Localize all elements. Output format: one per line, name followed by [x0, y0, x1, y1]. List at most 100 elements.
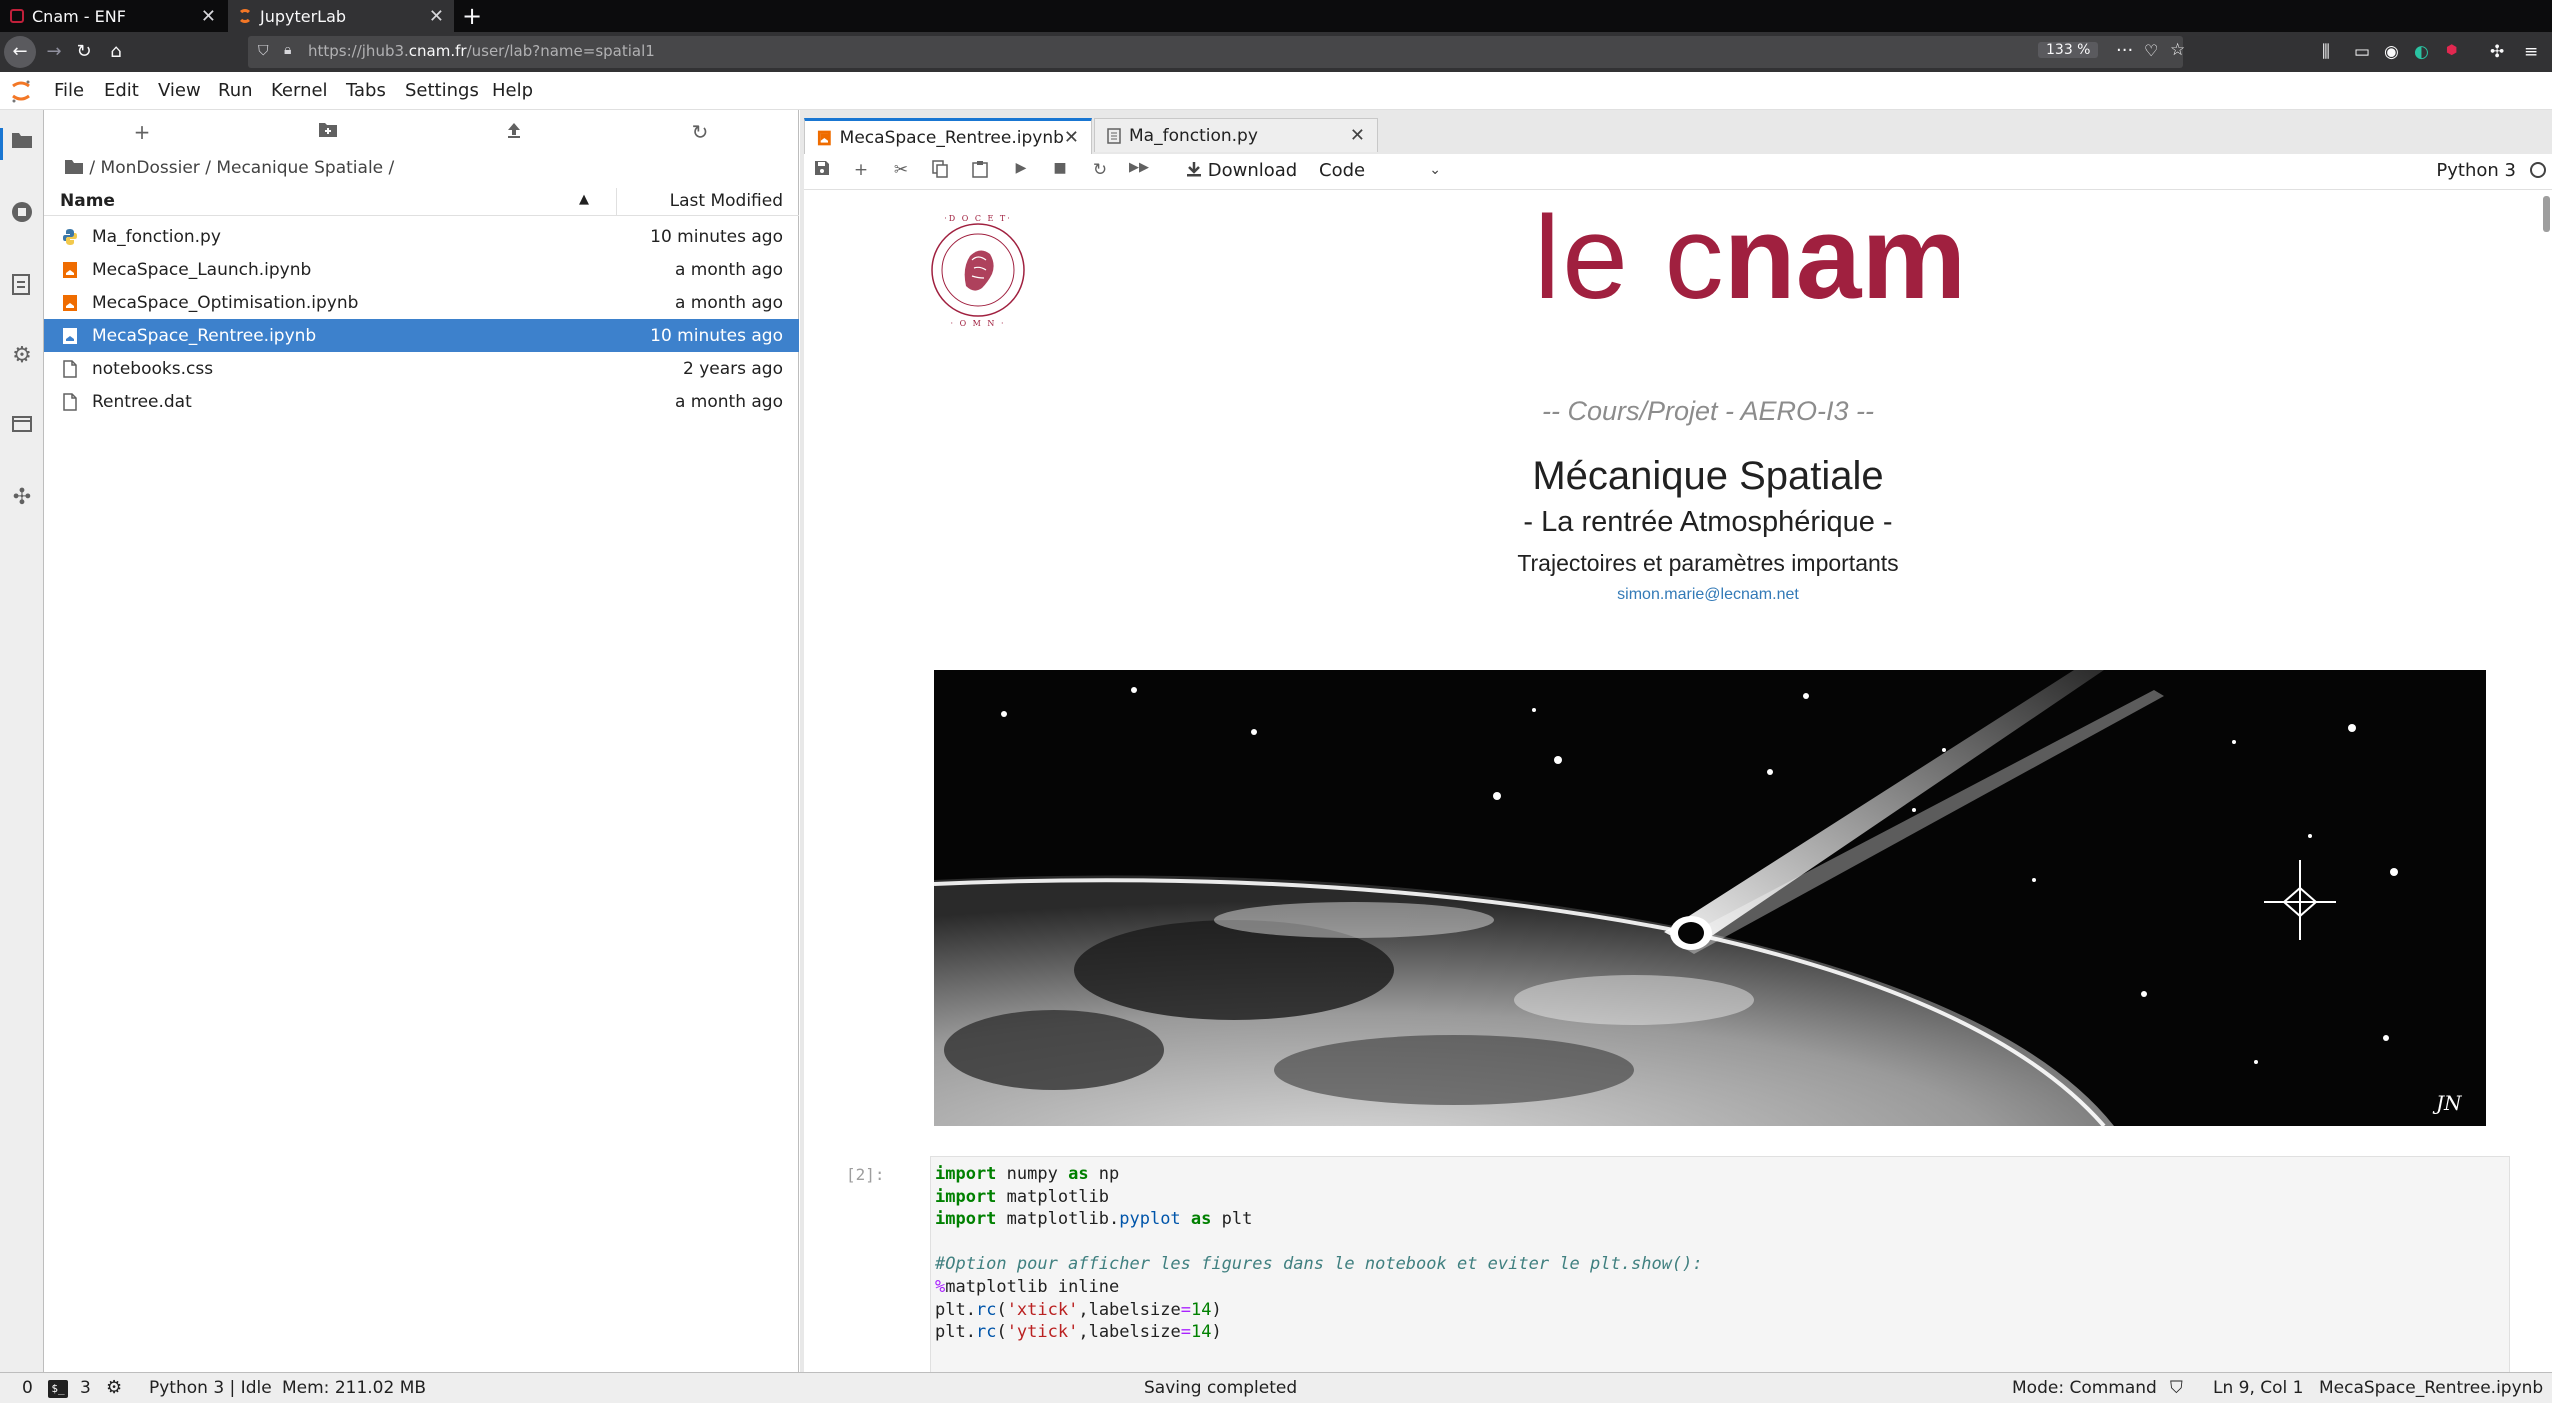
reload-icon[interactable]: ↻ [70, 38, 98, 66]
library-icon[interactable]: ⫼ [2322, 42, 2330, 62]
tabs-icon[interactable] [8, 414, 36, 442]
download-label: Download [1207, 160, 1298, 181]
author-email-link[interactable]: simon.marie@lecnam.net [932, 586, 2484, 604]
logo-nam: nam [1723, 192, 1967, 324]
kernel-count[interactable]: 3 [80, 1378, 91, 1398]
url-bar[interactable]: ⛉ 🔒︎ https://jhub3.cnam.fr/user/lab?name… [248, 36, 2185, 68]
logo-c: c [1664, 192, 1724, 324]
file-row-rentree-dat[interactable]: Rentree.dat a month ago [44, 385, 799, 418]
run-icon[interactable]: ▶ [1009, 160, 1033, 176]
code-cell-source[interactable]: import numpy as np import matplotlib imp… [931, 1157, 2509, 1344]
copy-icon[interactable] [928, 160, 952, 183]
cursor-position[interactable]: Ln 9, Col 1 [2213, 1378, 2304, 1398]
lock-icon[interactable]: 🔒︎ [284, 42, 291, 58]
trusted-shield-icon[interactable]: ⛉ [2170, 1378, 2183, 1398]
folder-icon[interactable] [8, 130, 36, 158]
close-icon[interactable]: ✕ [1064, 127, 1079, 148]
cut-icon[interactable]: ✂ [889, 160, 913, 180]
account-icon[interactable]: ◉ [2384, 42, 2399, 62]
running-sessions-icon[interactable] [8, 200, 36, 228]
new-folder-icon[interactable] [313, 120, 343, 144]
browser-tab-cnam[interactable]: Cnam - ENF ✕ [0, 0, 226, 32]
menu-tabs[interactable]: Tabs [346, 80, 386, 101]
close-icon[interactable]: ✕ [1350, 125, 1365, 146]
file-name: MecaSpace_Rentree.ipynb [92, 326, 317, 346]
shield-icon[interactable]: ⛉ [258, 43, 269, 59]
breadcrumb-root[interactable]: / [89, 158, 95, 178]
file-name: notebooks.css [92, 359, 214, 379]
commands-palette-icon[interactable] [8, 272, 36, 300]
kernel-status[interactable]: Python 3 | Idle [149, 1378, 272, 1398]
file-row-ma-fonction[interactable]: Ma_fonction.py 10 minutes ago [44, 220, 799, 253]
refresh-icon[interactable]: ↻ [685, 120, 715, 144]
extensions-puzzle-icon[interactable]: ✣ [2490, 42, 2504, 62]
ublock-icon[interactable]: ⬢ [2446, 43, 2457, 58]
code-cell-editor[interactable]: import numpy as np import matplotlib imp… [930, 1156, 2510, 1372]
paste-icon[interactable] [968, 160, 992, 183]
sidebar-icon[interactable]: ▭ [2354, 42, 2370, 62]
file-row-mecaspace-rentree[interactable]: MecaSpace_Rentree.ipynb 10 minutes ago [44, 319, 799, 352]
modified-column-header[interactable]: Last Modified [670, 191, 783, 211]
upload-icon[interactable] [499, 120, 529, 144]
menu-edit[interactable]: Edit [104, 80, 139, 101]
breadcrumb-mecanique-spatiale[interactable]: Mecanique Spatiale [216, 158, 383, 178]
scrollbar[interactable] [2543, 196, 2550, 232]
tab-mecaspace-rentree[interactable]: MecaSpace_Rentree.ipynb ✕ [804, 118, 1092, 154]
new-tab-icon[interactable]: + [456, 0, 488, 32]
download-button[interactable]: Download [1186, 160, 1297, 181]
running-count[interactable]: 0 [22, 1378, 33, 1398]
menu-view[interactable]: View [158, 80, 201, 101]
main-dock-area: MecaSpace_Rentree.ipynb ✕ Ma_fonction.py… [800, 110, 2552, 1372]
file-row-notebooks-css[interactable]: notebooks.css 2 years ago [44, 352, 799, 385]
menu-help[interactable]: Help [492, 80, 533, 101]
back-arrow-icon[interactable]: ← [4, 36, 36, 68]
terminal-icon[interactable]: $_ [48, 1380, 68, 1398]
pocket-icon[interactable]: ♡ [2144, 41, 2158, 60]
folder-icon[interactable] [64, 159, 84, 175]
restart-kernel-icon[interactable]: ↻ [1088, 160, 1112, 180]
notebook-mode[interactable]: Mode: Command [2012, 1378, 2157, 1398]
notebook-toolbar: + ✂ ▶ ■ ↻ ▶▶ Download Code ⌄ Python 3 [804, 154, 2552, 190]
kernel-idle-status-icon [2530, 162, 2546, 178]
zoom-level[interactable]: 133 % [2038, 42, 2099, 58]
extension-manager-icon[interactable]: ✣ [8, 484, 36, 512]
browser-tab-jupyterlab[interactable]: JupyterLab ✕ [228, 0, 454, 32]
restart-run-all-icon[interactable]: ▶▶ [1127, 160, 1151, 175]
file-modified: 10 minutes ago [650, 227, 783, 247]
bookmark-star-icon[interactable]: ☆ [2170, 40, 2185, 60]
home-icon[interactable]: ⌂ [102, 38, 130, 66]
hamburger-menu-icon[interactable]: ≡ [2524, 42, 2538, 62]
menu-run[interactable]: Run [218, 80, 253, 101]
close-icon[interactable]: ✕ [429, 6, 444, 27]
save-icon[interactable] [810, 160, 834, 181]
more-actions-icon[interactable]: ··· [2116, 40, 2133, 61]
stop-icon[interactable]: ■ [1048, 160, 1072, 176]
tab-ma-fonction[interactable]: Ma_fonction.py ✕ [1094, 118, 1378, 152]
close-icon[interactable]: ✕ [201, 6, 216, 27]
memory-usage: Mem: 211.02 MB [282, 1378, 427, 1398]
add-cell-icon[interactable]: + [849, 160, 873, 180]
new-launcher-icon[interactable]: + [127, 120, 157, 144]
browser-navbar: ← → ↻ ⌂ ⛉ 🔒︎ https://jhub3.cnam.fr/user/… [0, 32, 2552, 72]
name-column-header[interactable]: Name [60, 191, 115, 211]
jupyter-favicon-icon [238, 9, 252, 23]
kernel-name[interactable]: Python 3 [2436, 160, 2516, 181]
file-row-mecaspace-optimisation[interactable]: MecaSpace_Optimisation.ipynb a month ago [44, 286, 799, 319]
cell-type-select[interactable]: Code ⌄ [1319, 160, 1441, 181]
extension-icon[interactable]: ◐ [2414, 42, 2429, 62]
sort-ascending-icon[interactable]: ▲ [579, 192, 589, 207]
notebook-topic: Trajectoires et paramètres importants [1517, 550, 1899, 576]
notebook-panel[interactable]: ·D O C E T· · O M N · le cnam -- Cours/P… [804, 190, 2552, 1372]
menu-kernel[interactable]: Kernel [271, 80, 328, 101]
forward-arrow-icon[interactable]: → [40, 38, 68, 66]
gear-icon[interactable]: ⚙ [106, 1377, 122, 1398]
url-text[interactable]: https://jhub3.cnam.fr/user/lab?name=spat… [308, 42, 655, 60]
gear-icon[interactable]: ⚙ [8, 342, 36, 370]
jupyter-logo-icon [12, 80, 30, 103]
menu-settings[interactable]: Settings [405, 80, 479, 101]
breadcrumb-separator: / [205, 158, 211, 178]
menu-file[interactable]: File [54, 80, 84, 101]
breadcrumb-mondossier[interactable]: MonDossier [101, 158, 200, 178]
file-row-mecaspace-launch[interactable]: MecaSpace_Launch.ipynb a month ago [44, 253, 799, 286]
column-separator[interactable] [616, 188, 617, 216]
